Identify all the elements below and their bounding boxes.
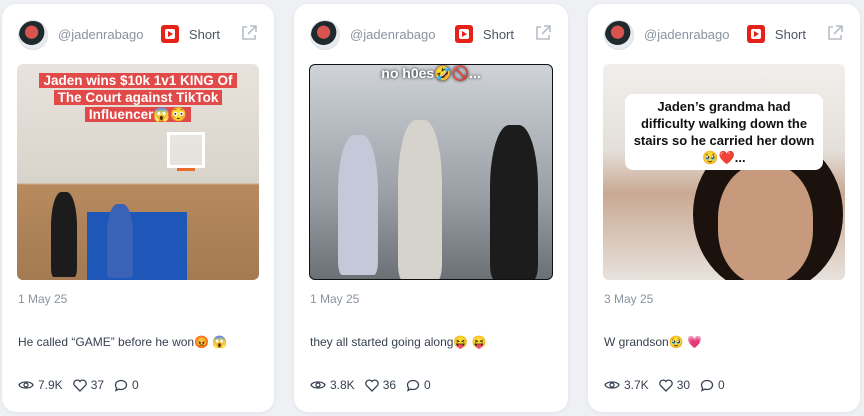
short-badge: Short xyxy=(746,24,806,44)
comments-stat: 0 xyxy=(114,378,139,392)
likes-count: 30 xyxy=(676,378,691,392)
card-header: @jadenrabago Short xyxy=(604,18,844,50)
eye-icon xyxy=(604,381,620,389)
player-figure xyxy=(107,204,133,278)
gym-wall xyxy=(87,212,187,280)
video-card[interactable]: @jadenrabago Short Jaden wins $10k 1v1 K… xyxy=(2,4,274,412)
comments-count: 0 xyxy=(132,378,139,392)
short-label: Short xyxy=(188,26,220,42)
post-date: 1 May 25 xyxy=(310,292,360,306)
views-stat: 3.8K xyxy=(310,378,355,392)
likes-stat: 36 xyxy=(364,378,397,392)
comments-count: 0 xyxy=(424,378,431,392)
video-card[interactable]: @jadenrabago Short Jaden’s grandma had d… xyxy=(588,4,860,412)
eye-icon xyxy=(310,381,326,389)
eye-icon xyxy=(18,381,34,389)
avatar[interactable] xyxy=(604,20,634,50)
views-stat: 7.9K xyxy=(18,378,63,392)
comment-icon xyxy=(406,379,420,392)
views-stat: 3.7K xyxy=(604,378,649,392)
card-header: @jadenrabago Short xyxy=(310,18,552,50)
player-figure xyxy=(51,192,77,277)
post-description: He called “GAME” before he won😡 😱 xyxy=(18,335,228,349)
person-figure xyxy=(338,135,378,275)
short-badge: Short xyxy=(160,24,220,44)
channel-handle[interactable]: @jadenrabago xyxy=(350,27,435,42)
post-stats: 3.8K 36 0 xyxy=(310,378,441,392)
youtube-icon xyxy=(746,25,765,43)
card-header: @jadenrabago Short xyxy=(18,18,258,50)
views-count: 7.9K xyxy=(38,378,63,392)
post-date: 3 May 25 xyxy=(604,292,654,306)
channel-handle[interactable]: @jadenrabago xyxy=(644,27,729,42)
avatar[interactable] xyxy=(310,20,340,50)
face-shape xyxy=(718,164,813,280)
post-date: 1 May 25 xyxy=(18,292,68,306)
thumbnail-caption: no h0es🤣🚫... xyxy=(381,65,481,81)
post-stats: 3.7K 30 0 xyxy=(604,378,735,392)
video-card[interactable]: @jadenrabago Short no h0es🤣🚫... 1 May 25… xyxy=(294,4,568,412)
thumbnail-caption: Jaden’s grandma had difficulty walking d… xyxy=(625,94,823,170)
likes-stat: 30 xyxy=(658,378,691,392)
heart-icon xyxy=(658,378,673,392)
channel-handle[interactable]: @jadenrabago xyxy=(58,27,143,42)
short-badge: Short xyxy=(454,24,514,44)
views-count: 3.8K xyxy=(330,378,355,392)
comments-stat: 0 xyxy=(406,378,431,392)
comments-count: 0 xyxy=(718,378,725,392)
post-stats: 7.9K 37 0 xyxy=(18,378,149,392)
external-link-icon[interactable] xyxy=(826,24,844,42)
external-link-icon[interactable] xyxy=(534,24,552,42)
short-label: Short xyxy=(482,26,514,42)
post-description: they all started going along😝 😝 xyxy=(310,335,487,349)
video-thumbnail[interactable]: Jaden’s grandma had difficulty walking d… xyxy=(603,64,845,280)
thumbnail-caption: Jaden wins $10k 1v1 KING Of The Court ag… xyxy=(29,72,247,123)
comment-icon xyxy=(114,379,128,392)
youtube-icon xyxy=(160,25,179,43)
basketball-rim xyxy=(177,168,195,171)
external-link-icon[interactable] xyxy=(240,24,258,42)
likes-stat: 37 xyxy=(72,378,105,392)
person-figure xyxy=(490,125,538,279)
views-count: 3.7K xyxy=(624,378,649,392)
youtube-icon xyxy=(454,25,473,43)
avatar[interactable] xyxy=(18,20,48,50)
basketball-backboard xyxy=(167,132,205,168)
comments-stat: 0 xyxy=(700,378,725,392)
video-thumbnail[interactable]: no h0es🤣🚫... xyxy=(309,64,553,280)
short-label: Short xyxy=(774,26,806,42)
heart-icon xyxy=(72,378,87,392)
social-logos-strip xyxy=(314,261,548,271)
person-figure xyxy=(398,120,442,279)
likes-count: 37 xyxy=(90,378,105,392)
likes-count: 36 xyxy=(382,378,397,392)
video-thumbnail[interactable]: Jaden wins $10k 1v1 KING Of The Court ag… xyxy=(17,64,259,280)
post-description: W grandson🥹 💗 xyxy=(604,335,702,349)
comment-icon xyxy=(700,379,714,392)
heart-icon xyxy=(364,378,379,392)
